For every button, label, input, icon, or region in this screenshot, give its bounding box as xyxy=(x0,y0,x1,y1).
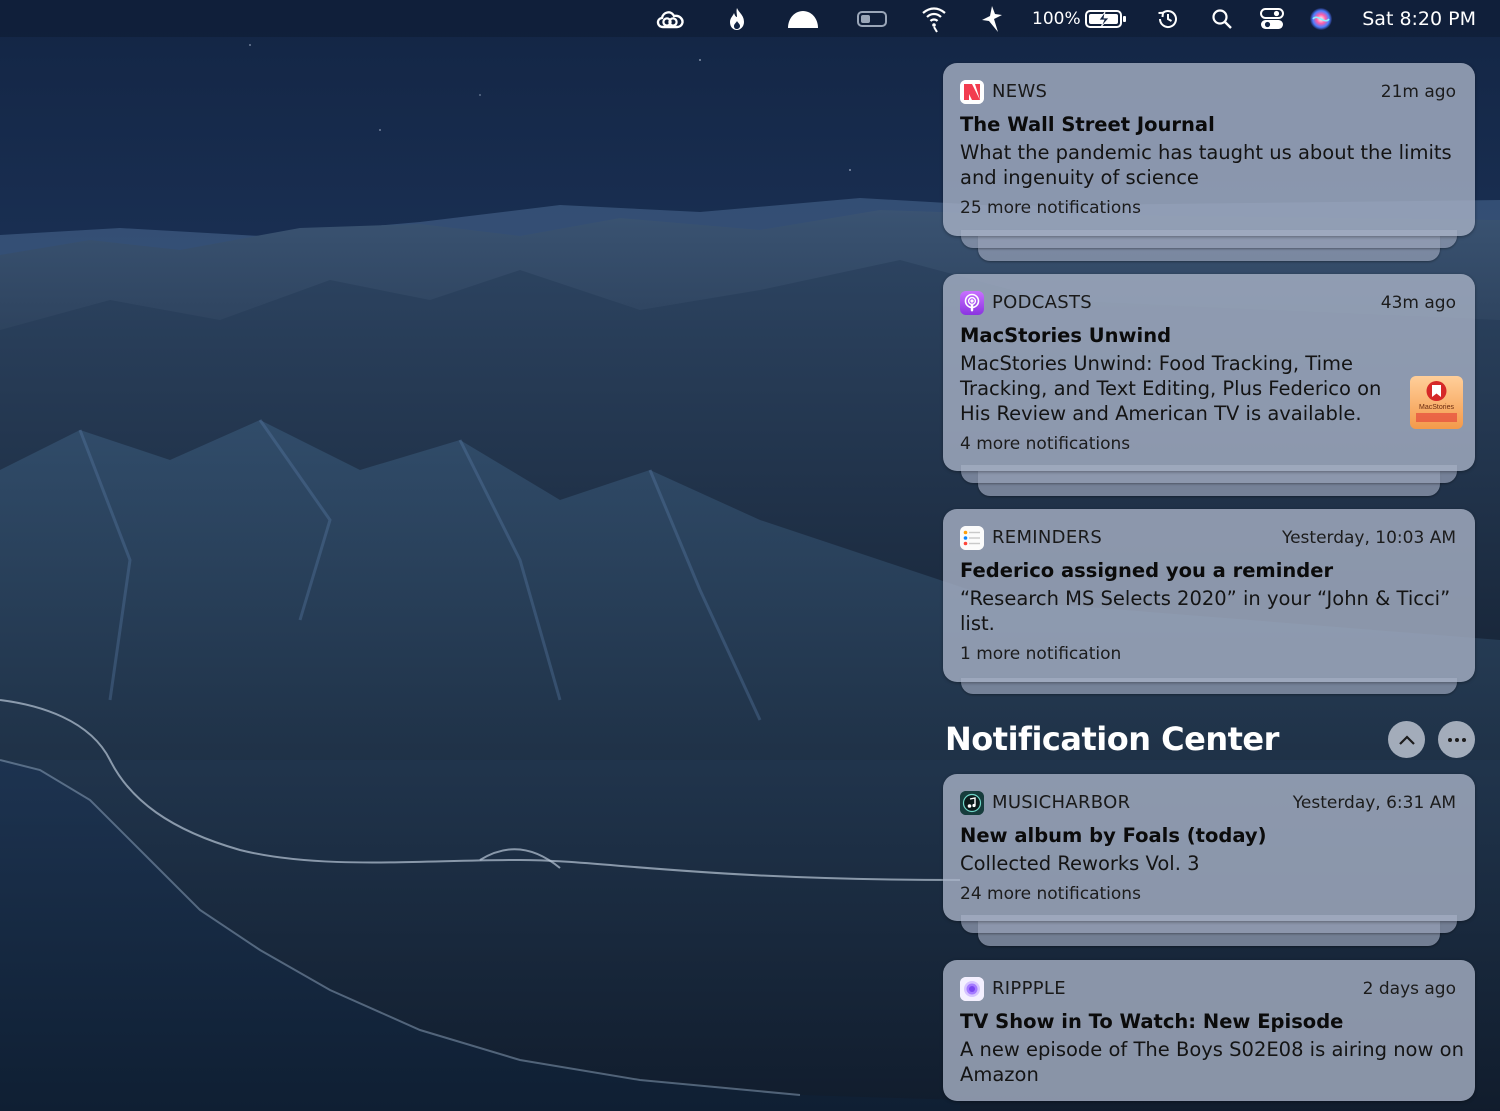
more-notifications-link[interactable]: 24 more notifications xyxy=(960,884,1141,904)
app-name: PODCASTS xyxy=(992,292,1093,313)
notification-body: Collected Reworks Vol. 3 xyxy=(960,852,1200,875)
flame-icon[interactable] xyxy=(724,0,750,37)
time-machine-icon[interactable] xyxy=(1154,0,1182,37)
app-name: REMINDERS xyxy=(992,527,1103,548)
notification-podcasts[interactable]: PODCASTS 43m ago MacStories Unwind MacSt… xyxy=(943,274,1475,471)
app-name: NEWS xyxy=(992,81,1048,102)
notification-body: MacStories Unwind: Food Tracking, Time T… xyxy=(960,352,1382,425)
toggle-icon[interactable] xyxy=(855,0,889,37)
podcast-artwork-label: MacStories xyxy=(1418,404,1454,411)
battery-charging-icon[interactable] xyxy=(1084,0,1128,37)
notification-center-title: Notification Center xyxy=(945,720,1279,758)
notification-body: What the pandemic has taught us about th… xyxy=(960,141,1452,189)
menu-bar: 100% Sat 8:20 PM xyxy=(0,0,1500,37)
musicharbor-icon xyxy=(960,791,984,815)
cloud-icon[interactable] xyxy=(784,0,822,37)
notification-title: The Wall Street Journal xyxy=(960,113,1215,136)
chevron-up-icon xyxy=(1398,734,1416,746)
notification-time: Yesterday, 10:03 AM xyxy=(1281,528,1456,548)
reminders-icon xyxy=(960,526,984,550)
app-name: MUSICHARBOR xyxy=(992,792,1131,813)
notification-title: New album by Foals (today) xyxy=(960,824,1267,847)
notification-time: Yesterday, 6:31 AM xyxy=(1292,793,1456,813)
notification-title: TV Show in To Watch: New Episode xyxy=(960,1010,1344,1033)
notification-musicharbor[interactable]: MUSICHARBOR Yesterday, 6:31 AM New album… xyxy=(943,774,1475,921)
search-icon[interactable] xyxy=(1208,0,1236,37)
battery-percent: 100% xyxy=(1032,8,1081,29)
bolt-icon[interactable] xyxy=(978,0,1006,37)
notification-body: A new episode of The Boys S02E08 is airi… xyxy=(960,1038,1464,1086)
notification-ripple[interactable]: RIPPPLE 2 days ago TV Show in To Watch: … xyxy=(943,960,1475,1101)
more-notifications-link[interactable]: 25 more notifications xyxy=(960,198,1141,218)
more-notifications-link[interactable]: 1 more notification xyxy=(960,644,1121,664)
notification-time: 2 days ago xyxy=(1362,979,1456,999)
more-notifications-link[interactable]: 4 more notifications xyxy=(960,434,1130,454)
app-name: RIPPPLE xyxy=(992,978,1066,999)
wifi-icon[interactable] xyxy=(918,0,950,37)
siri-icon[interactable] xyxy=(1306,0,1336,37)
collapse-button[interactable] xyxy=(1388,721,1425,758)
podcast-artwork-thumbnail: MacStories xyxy=(1410,376,1463,429)
ripple-icon xyxy=(960,977,984,1001)
notification-title: MacStories Unwind xyxy=(960,324,1172,347)
notification-time: 21m ago xyxy=(1380,82,1456,102)
notification-reminders[interactable]: REMINDERS Yesterday, 10:03 AM Federico a… xyxy=(943,509,1475,682)
creative-cloud-icon[interactable] xyxy=(652,0,688,37)
notification-time: 43m ago xyxy=(1380,293,1456,313)
ellipsis-icon xyxy=(1447,737,1467,743)
notification-title: Federico assigned you a reminder xyxy=(960,559,1334,582)
more-options-button[interactable] xyxy=(1438,721,1475,758)
control-center-icon[interactable] xyxy=(1256,0,1288,37)
notification-news[interactable]: NEWS 21m ago The Wall Street Journal Wha… xyxy=(943,63,1475,236)
podcasts-icon xyxy=(960,291,984,315)
notification-body: “Research MS Selects 2020” in your “John… xyxy=(960,587,1451,635)
news-icon xyxy=(960,80,984,104)
menu-bar-clock[interactable]: Sat 8:20 PM xyxy=(1352,0,1476,37)
